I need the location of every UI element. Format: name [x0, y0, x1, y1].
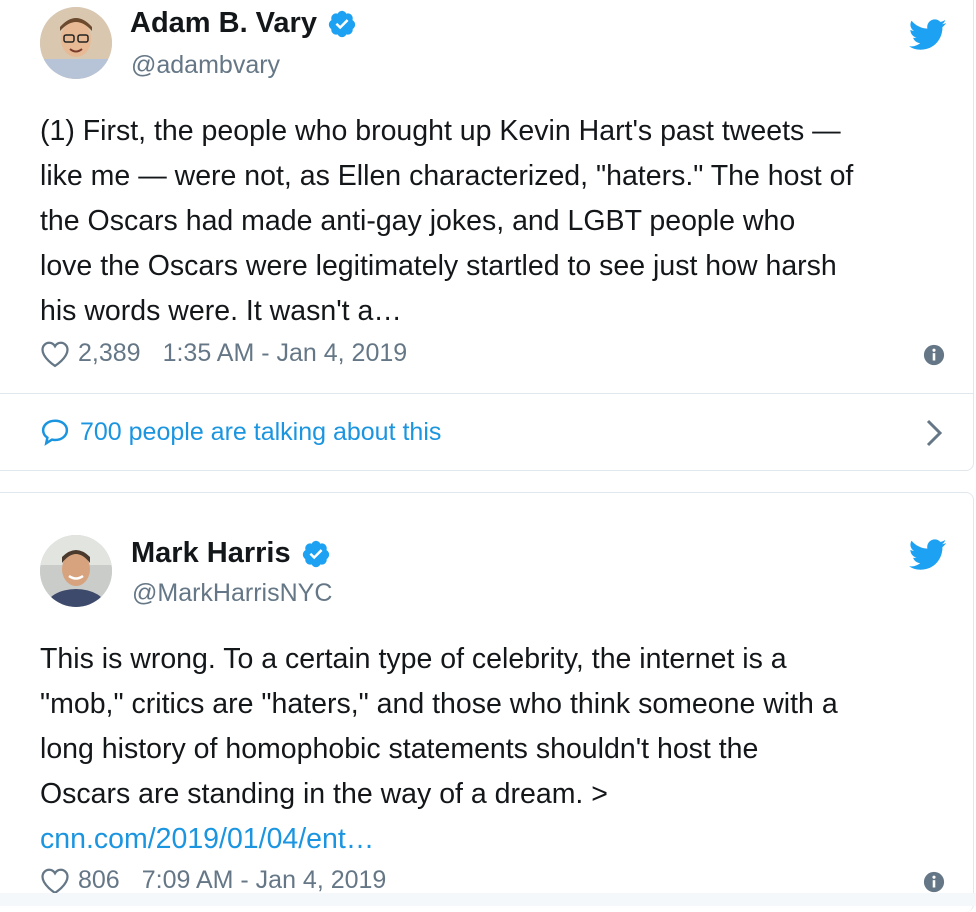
tweet-line: (1) First, the people who brought up Kev…: [40, 115, 841, 147]
tweet-text: This is wrong. To a certain type of cele…: [40, 637, 950, 862]
tweet-line: Oscars are standing in the way of a drea…: [40, 778, 608, 810]
tweet-link[interactable]: cnn.com/2019/01/04/ent…: [40, 817, 950, 862]
author-name[interactable]: Mark Harris: [131, 537, 331, 570]
author-handle[interactable]: @MarkHarrisNYC: [132, 579, 332, 608]
tweet-meta: 2,389 1:35 AM - Jan 4, 2019: [40, 339, 407, 368]
avatar[interactable]: [40, 535, 112, 607]
author-name[interactable]: Adam B. Vary: [130, 7, 357, 40]
tweet-meta: 806 7:09 AM - Jan 4, 2019: [40, 866, 386, 895]
verified-icon: [302, 540, 329, 567]
chevron-right-icon[interactable]: [925, 418, 943, 448]
conversation-text[interactable]: 700 people are talking about this: [80, 418, 441, 447]
like-count[interactable]: 806: [78, 866, 120, 895]
tweet-text: (1) First, the people who brought up Kev…: [40, 109, 950, 334]
tweet-line: the Oscars had made anti-gay jokes, and …: [40, 205, 796, 237]
conversation-link[interactable]: 700 people are talking about this: [40, 417, 441, 447]
timestamp[interactable]: 1:35 AM - Jan 4, 2019: [163, 339, 408, 368]
author-name-text[interactable]: Mark Harris: [131, 537, 291, 570]
speech-bubble-icon: [41, 419, 69, 446]
bottom-strip: [0, 893, 976, 906]
timestamp[interactable]: 7:09 AM - Jan 4, 2019: [142, 866, 387, 895]
author-handle[interactable]: @adambvary: [131, 51, 280, 80]
heart-icon[interactable]: [40, 340, 70, 368]
author-name-text[interactable]: Adam B. Vary: [130, 7, 317, 40]
twitter-bird-icon[interactable]: [909, 19, 947, 51]
tweet-line: "mob," critics are "haters," and those w…: [40, 688, 838, 720]
tweet-card-adambvary[interactable]: Adam B. Vary @adambvary (1) First, the p…: [0, 0, 974, 471]
heart-icon[interactable]: [40, 867, 70, 895]
tweet-line: his words were. It wasn't a…: [40, 295, 402, 327]
info-icon[interactable]: [923, 344, 945, 366]
info-icon[interactable]: [923, 871, 945, 893]
tweet-line: This is wrong. To a certain type of cele…: [40, 643, 787, 675]
tweet-line: long history of homophobic statements sh…: [40, 733, 759, 765]
twitter-bird-icon[interactable]: [909, 539, 947, 571]
tweet-line: love the Oscars were legitimately startl…: [40, 250, 837, 282]
tweet-line: like me — were not, as Ellen characteriz…: [40, 160, 854, 192]
tweet-card-markharrisnyc[interactable]: Mark Harris @MarkHarrisNYC This is wrong…: [0, 492, 974, 912]
like-count[interactable]: 2,389: [78, 339, 141, 368]
verified-icon: [328, 10, 356, 37]
divider: [0, 393, 973, 394]
avatar[interactable]: [40, 7, 112, 79]
